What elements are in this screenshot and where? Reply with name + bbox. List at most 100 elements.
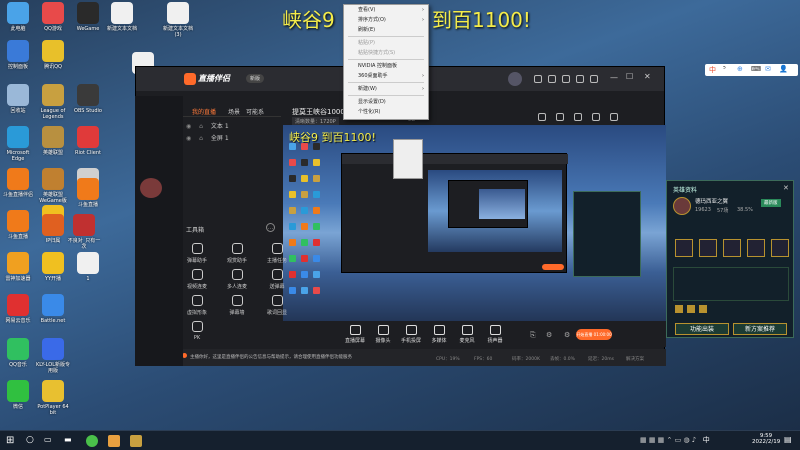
desktop-icon[interactable]: QQ音乐 bbox=[0, 338, 36, 368]
desktop-icon[interactable]: PotPlayer 64 bit bbox=[35, 380, 71, 416]
tool-button[interactable]: 歌词回显 bbox=[262, 295, 292, 316]
close-icon[interactable]: ✕ bbox=[644, 72, 651, 81]
tab-live[interactable]: 我的直播 bbox=[192, 107, 216, 116]
camera-icon[interactable]: ⎘ bbox=[530, 331, 536, 340]
desktop-icon[interactable]: 斗鱼直播 bbox=[0, 210, 36, 240]
scene-item-2[interactable]: ◉ ⌂ 全屏 1 bbox=[186, 133, 229, 142]
notification-icon[interactable]: ▤ bbox=[784, 435, 792, 444]
context-menu-item[interactable]: 360桌面助手 › bbox=[344, 71, 428, 81]
desktop-icon[interactable]: OBS Studio bbox=[70, 84, 106, 114]
app-icon[interactable] bbox=[86, 435, 98, 447]
gear-icon[interactable]: ⚙ bbox=[564, 331, 570, 339]
desktop-icon[interactable]: 雷神加速器 bbox=[0, 252, 36, 282]
desktop-icon[interactable]: 网易云音乐 bbox=[0, 294, 36, 324]
bell-icon[interactable] bbox=[592, 113, 600, 121]
ime-item[interactable]: ⁵ bbox=[723, 65, 726, 73]
context-menu-item[interactable]: 排序方式(O) › bbox=[344, 15, 428, 25]
desktop-icon[interactable]: 不良对_只有一次 bbox=[66, 214, 102, 250]
maximize-icon[interactable]: ☐ bbox=[626, 72, 633, 81]
item-icon[interactable] bbox=[687, 305, 695, 313]
task-view-icon[interactable]: ▭ bbox=[44, 435, 56, 447]
tool-button[interactable]: 弹幕墙 bbox=[222, 295, 252, 316]
desktop-icon[interactable]: 英雄联盟 bbox=[35, 126, 71, 156]
tool-button[interactable]: 虚拟形象 bbox=[182, 295, 212, 316]
tray-app-icons[interactable]: ▦ ▦ ▦ ⌃ ▭ ◍ ♪ bbox=[640, 436, 696, 444]
desktop-icon[interactable]: 1 bbox=[70, 252, 106, 282]
desktop-icon[interactable]: 微信 bbox=[0, 380, 36, 410]
desktop-icon[interactable]: Battle.net bbox=[35, 294, 71, 324]
chat-icon[interactable] bbox=[610, 113, 618, 121]
settings-icon[interactable]: ⚙ bbox=[546, 331, 552, 339]
version-badge[interactable]: 新版 bbox=[246, 74, 265, 83]
desktop-icon[interactable]: 腾讯QQ bbox=[35, 40, 71, 70]
item-icon[interactable] bbox=[675, 305, 683, 313]
minimize-icon[interactable]: — bbox=[610, 73, 618, 82]
user-avatar[interactable] bbox=[508, 72, 522, 86]
desktop-icon[interactable]: YY开播 bbox=[35, 252, 71, 282]
scene-item-1[interactable]: ◉ ⌂ 文本 1 bbox=[186, 121, 229, 130]
tab-scene[interactable]: 场景 bbox=[228, 107, 240, 116]
desktop-icon[interactable]: 回收站 bbox=[0, 84, 36, 114]
desktop-icon[interactable]: 斗鱼直播 bbox=[70, 178, 106, 208]
tool-button[interactable]: PK bbox=[182, 321, 212, 341]
desktop-icon[interactable]: 斗鱼直播伴侣 bbox=[0, 168, 36, 198]
desktop-icon[interactable]: KLY-LOL新版专用版 bbox=[35, 338, 71, 374]
settings-icon[interactable] bbox=[576, 75, 584, 83]
ime-item[interactable]: ⊕ bbox=[737, 65, 743, 73]
stream-preview[interactable]: 峡谷9 到百1100! bbox=[283, 125, 666, 321]
lock-icon[interactable]: ⌂ bbox=[199, 135, 203, 142]
context-menu-item[interactable]: 新建(W) › bbox=[344, 84, 428, 94]
desktop-icon[interactable]: 新建文本文档 (3) bbox=[160, 2, 196, 38]
desktop-icon[interactable]: 控制面板 bbox=[0, 40, 36, 70]
gift-icon[interactable] bbox=[548, 75, 556, 83]
lang-indicator[interactable]: 中 bbox=[703, 436, 710, 444]
ime-item[interactable]: 中 bbox=[709, 65, 716, 75]
recommend-button[interactable]: 新方案推荐 bbox=[733, 323, 787, 335]
desktop-icon[interactable]: Riot Client bbox=[70, 126, 106, 156]
close-icon[interactable]: ✕ bbox=[783, 184, 789, 192]
control-button[interactable]: 手机投屏 bbox=[398, 325, 424, 344]
tool-button[interactable]: 观赏助手 bbox=[222, 243, 252, 264]
start-icon[interactable]: ⊞ bbox=[6, 435, 18, 447]
tray-icons[interactable]: ▦ ▦ ▦ ⌃ ▭ ◍ ♪ 中 bbox=[640, 435, 720, 447]
rune-slot[interactable] bbox=[747, 239, 765, 257]
context-menu-item[interactable]: 刷新(E) bbox=[344, 25, 428, 35]
tool-button[interactable]: 送弹幕 bbox=[262, 269, 292, 290]
rune-slot[interactable] bbox=[675, 239, 693, 257]
ime-item[interactable]: ✉ bbox=[765, 65, 771, 73]
tab-possible[interactable]: 可能系 bbox=[246, 107, 264, 116]
context-menu-item[interactable]: 查看(V) › bbox=[344, 5, 428, 15]
control-button[interactable]: 多媒体 bbox=[426, 325, 452, 344]
desktop-icon[interactable]: QQ游戏 bbox=[35, 2, 71, 32]
lock-icon[interactable] bbox=[538, 113, 546, 121]
ime-item[interactable]: ⌨ bbox=[751, 65, 761, 73]
message-icon[interactable] bbox=[534, 75, 542, 83]
lock-icon[interactable]: ⌂ bbox=[199, 123, 203, 130]
gift-icon[interactable] bbox=[556, 113, 564, 121]
search-icon[interactable]: ○ bbox=[26, 435, 38, 447]
eye-icon[interactable]: ◉ bbox=[186, 135, 191, 142]
desktop-icon[interactable]: League of Legends bbox=[35, 84, 71, 120]
folder-icon[interactable]: ▬ bbox=[64, 435, 76, 447]
context-menu-item[interactable]: NVIDIA 控制面板 bbox=[344, 61, 428, 71]
control-button[interactable]: 麦克风 bbox=[454, 325, 480, 344]
go-live-button[interactable]: 开始直播 01:00:00 bbox=[576, 329, 612, 340]
grid-icon[interactable] bbox=[590, 75, 598, 83]
desktop-icon[interactable]: WeGame bbox=[70, 2, 106, 32]
tool-button[interactable]: 主播任务 bbox=[262, 243, 292, 264]
control-button[interactable]: 扬声器 bbox=[482, 325, 508, 344]
tool-button[interactable]: 多人连麦 bbox=[222, 269, 252, 290]
desktop-icon[interactable]: 英雄联盟 WeGame版 bbox=[35, 168, 71, 204]
share-icon[interactable] bbox=[574, 113, 582, 121]
rune-slot[interactable] bbox=[771, 239, 789, 257]
clock[interactable]: 9:59 2022/2/19 bbox=[752, 433, 780, 445]
desktop-icon[interactable]: Microsoft Edge bbox=[0, 126, 36, 162]
context-menu-item[interactable]: 个性化(R) bbox=[344, 107, 428, 117]
desktop-icon[interactable]: 此电脑 bbox=[0, 2, 36, 32]
more-tools-icon[interactable]: … bbox=[266, 223, 275, 232]
rune-slot[interactable] bbox=[723, 239, 741, 257]
context-menu-item[interactable]: 显示设置(D) bbox=[344, 97, 428, 107]
app-icon[interactable] bbox=[130, 435, 142, 447]
desktop-icon[interactable]: 新建文本文档 bbox=[104, 2, 140, 32]
control-button[interactable]: 直播屏幕 bbox=[342, 325, 368, 344]
